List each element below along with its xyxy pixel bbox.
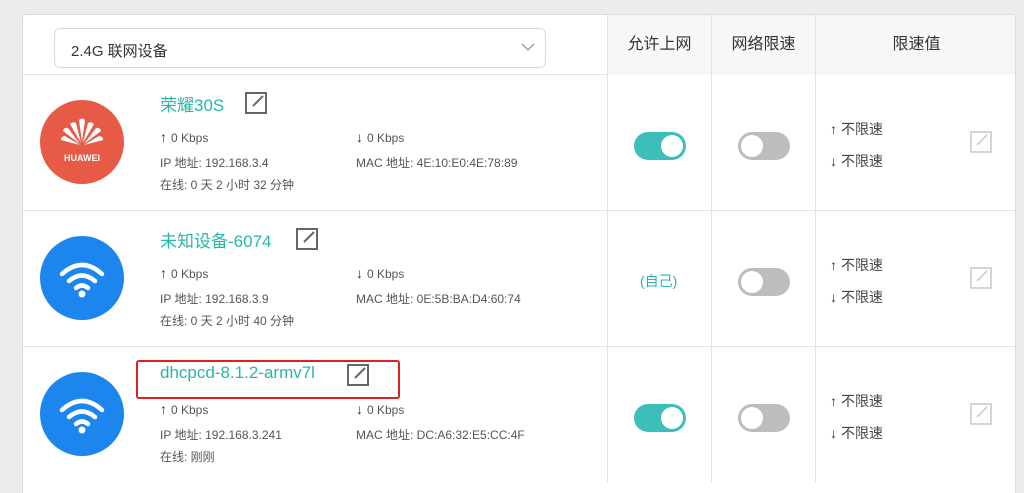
header-allow: 允许上网 <box>607 15 711 75</box>
toggle-knob <box>661 135 683 157</box>
arrow-up-icon: ↑ <box>160 129 167 145</box>
limit-down: ↓ 不限速 <box>830 153 883 169</box>
ip-address: IP 地址: 192.168.3.4 <box>160 156 269 170</box>
upload-speed: ↑ 0 Kbps <box>160 129 209 145</box>
chevron-down-icon <box>521 43 535 51</box>
upload-speed: ↑ 0 Kbps <box>160 265 209 281</box>
device-name: dhcpcd-8.1.2-armv7l <box>160 363 315 382</box>
device-row: dhcpcd-8.1.2-armv7l ↑ 0 Kbps ↓ 0 Kbps IP 地… <box>23 347 1015 483</box>
upload-speed: ↑ 0 Kbps <box>160 401 209 417</box>
self-device-label: (自己) <box>640 273 678 289</box>
edit-limit-icon[interactable] <box>970 267 992 289</box>
table-header: 2.4G 联网设备 允许上网 网络限速 限速值 <box>23 15 1015 75</box>
arrow-up-icon: ↑ <box>830 121 837 137</box>
mac-address: MAC 地址: DC:A6:32:E5:CC:4F <box>356 428 525 442</box>
allow-internet-toggle[interactable] <box>634 404 686 432</box>
ip-address: IP 地址: 192.168.3.241 <box>160 428 282 442</box>
limit-down: ↓ 不限速 <box>830 289 883 305</box>
device-name-wrap: 未知设备-6074 <box>160 227 318 255</box>
ip-address: IP 地址: 192.168.3.9 <box>160 292 269 306</box>
device-row: 未知设备-6074 ↑ 0 Kbps ↓ 0 Kbps IP 地址: 192.168… <box>23 211 1015 347</box>
arrow-up-icon: ↑ <box>830 393 837 409</box>
arrow-up-icon: ↑ <box>830 257 837 273</box>
huawei-logo-text: HUAWEI <box>64 153 100 163</box>
band-select[interactable]: 2.4G 联网设备 <box>54 28 546 68</box>
device-name: 荣耀30S <box>160 96 225 115</box>
limit-value-cell: ↑ 不限速 ↓ 不限速 <box>815 211 1015 346</box>
wifi-icon <box>40 236 124 320</box>
limit-cell <box>711 211 815 346</box>
edit-limit-icon[interactable] <box>970 403 992 425</box>
limit-up: ↑ 不限速 <box>830 121 883 137</box>
arrow-up-icon: ↑ <box>160 265 167 281</box>
toggle-knob <box>741 271 763 293</box>
wifi-icon <box>40 372 124 456</box>
allow-internet-toggle[interactable] <box>634 132 686 160</box>
mac-address: MAC 地址: 0E:5B:BA:D4:60:74 <box>356 292 521 306</box>
arrow-down-icon: ↓ <box>356 265 363 281</box>
arrow-down-icon: ↓ <box>830 289 837 305</box>
allow-cell: (自己) <box>607 211 711 346</box>
allow-cell <box>607 347 711 482</box>
arrow-down-icon: ↓ <box>830 425 837 441</box>
toggle-knob <box>661 407 683 429</box>
online-time: 在线: 0 天 2 小时 40 分钟 <box>160 314 295 328</box>
header-speed-limit: 网络限速 <box>711 15 815 75</box>
download-speed: ↓ 0 Kbps <box>356 129 405 145</box>
next-row-edge <box>23 482 1015 493</box>
speed-limit-toggle[interactable] <box>738 404 790 432</box>
arrow-down-icon: ↓ <box>356 129 363 145</box>
download-speed: ↓ 0 Kbps <box>356 401 405 417</box>
edit-name-icon[interactable] <box>244 91 268 115</box>
limit-value-cell: ↑ 不限速 ↓ 不限速 <box>815 347 1015 482</box>
device-name-wrap: dhcpcd-8.1.2-armv7l <box>160 363 369 391</box>
huawei-logo-icon: HUAWEI <box>40 100 124 184</box>
limit-down: ↓ 不限速 <box>830 425 883 441</box>
device-panel: 2.4G 联网设备 允许上网 网络限速 限速值 HUAWEI 荣耀30S ↑ 0… <box>22 14 1016 493</box>
mac-address: MAC 地址: 4E:10:E0:4E:78:89 <box>356 156 518 170</box>
speed-limit-toggle[interactable] <box>738 268 790 296</box>
limit-up: ↑ 不限速 <box>830 393 883 409</box>
header-limit-value: 限速值 <box>815 15 1015 75</box>
device-row: HUAWEI 荣耀30S ↑ 0 Kbps ↓ 0 Kbps IP 地址: 192.… <box>23 75 1015 211</box>
arrow-up-icon: ↑ <box>160 401 167 417</box>
device-name-wrap: 荣耀30S <box>160 91 267 119</box>
limit-cell <box>711 347 815 482</box>
toggle-knob <box>741 407 763 429</box>
toggle-knob <box>741 135 763 157</box>
header-left: 2.4G 联网设备 <box>23 15 607 75</box>
band-select-value: 2.4G 联网设备 <box>71 43 168 60</box>
download-speed: ↓ 0 Kbps <box>356 265 405 281</box>
online-time: 在线: 0 天 2 小时 32 分钟 <box>160 178 295 192</box>
limit-cell <box>711 75 815 210</box>
device-name: 未知设备-6074 <box>160 232 272 251</box>
limit-value-cell: ↑ 不限速 ↓ 不限速 <box>815 75 1015 210</box>
speed-limit-toggle[interactable] <box>738 132 790 160</box>
online-time: 在线: 刚刚 <box>160 450 215 464</box>
edit-name-icon[interactable] <box>346 363 370 387</box>
limit-up: ↑ 不限速 <box>830 257 883 273</box>
arrow-down-icon: ↓ <box>830 153 837 169</box>
allow-cell <box>607 75 711 210</box>
edit-limit-icon[interactable] <box>970 131 992 153</box>
arrow-down-icon: ↓ <box>356 401 363 417</box>
edit-name-icon[interactable] <box>295 227 319 251</box>
